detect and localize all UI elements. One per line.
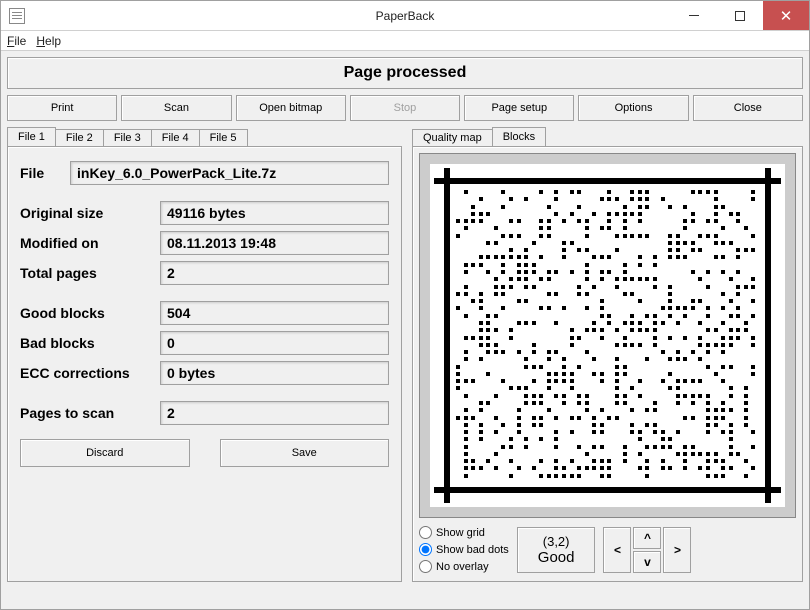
scan-button[interactable]: Scan xyxy=(121,95,231,121)
original-size-label: Original size xyxy=(20,205,160,221)
coord-value: (3,2) xyxy=(538,534,575,549)
pages-to-scan-label: Pages to scan xyxy=(20,405,160,421)
good-blocks-label: Good blocks xyxy=(20,305,160,321)
close-button[interactable]: Close xyxy=(693,95,803,121)
document-icon xyxy=(9,8,25,24)
titlebar: PaperBack ✕ xyxy=(1,1,809,31)
minimize-button[interactable] xyxy=(671,1,717,30)
view-tabs: Quality map Blocks xyxy=(412,127,803,146)
status-text: Page processed xyxy=(344,64,467,81)
bad-blocks-value: 0 xyxy=(160,331,389,355)
left-pane: File 1 File 2 File 3 File 4 File 5 File … xyxy=(7,127,402,582)
modified-on-value: 08.11.2013 19:48 xyxy=(160,231,389,255)
tab-file-1[interactable]: File 1 xyxy=(7,127,56,146)
pages-to-scan-value: 2 xyxy=(160,401,389,425)
app-window: PaperBack ✕ File Help Page processed Pri… xyxy=(0,0,810,610)
tab-file-3[interactable]: File 3 xyxy=(103,129,152,146)
file-value: inKey_6.0_PowerPack_Lite.7z xyxy=(70,161,389,185)
radio-no-overlay[interactable]: No overlay xyxy=(419,560,509,573)
print-button[interactable]: Print xyxy=(7,95,117,121)
coord-box: (3,2) Good xyxy=(517,527,596,573)
modified-on-label: Modified on xyxy=(20,235,160,251)
tab-blocks[interactable]: Blocks xyxy=(492,127,546,146)
nav-right-button[interactable]: > xyxy=(663,527,691,573)
open-bitmap-button[interactable]: Open bitmap xyxy=(236,95,346,121)
nav-down-button[interactable]: v xyxy=(633,551,661,573)
discard-button[interactable]: Discard xyxy=(20,439,190,467)
bad-blocks-label: Bad blocks xyxy=(20,335,160,351)
menu-file[interactable]: File xyxy=(7,34,26,48)
total-pages-label: Total pages xyxy=(20,265,160,281)
nav-buttons: < ^ > v xyxy=(603,527,691,573)
ecc-corrections-value: 0 bytes xyxy=(160,361,389,385)
good-blocks-value: 504 xyxy=(160,301,389,325)
right-pane: Quality map Blocks xyxy=(412,127,803,582)
tab-file-4[interactable]: File 4 xyxy=(151,129,200,146)
ecc-corrections-label: ECC corrections xyxy=(20,365,160,381)
file-tabs: File 1 File 2 File 3 File 4 File 5 xyxy=(7,127,402,146)
coord-status: Good xyxy=(538,549,575,566)
page-setup-button[interactable]: Page setup xyxy=(464,95,574,121)
blocks-pattern[interactable] xyxy=(430,164,785,507)
nav-up-button[interactable]: ^ xyxy=(633,527,661,549)
radio-show-bad-dots[interactable]: Show bad dots xyxy=(419,543,509,556)
stop-button: Stop xyxy=(350,95,460,121)
close-window-button[interactable]: ✕ xyxy=(763,1,809,30)
menu-help[interactable]: Help xyxy=(36,34,61,48)
options-button[interactable]: Options xyxy=(578,95,688,121)
blocks-canvas xyxy=(419,153,796,518)
radio-show-grid[interactable]: Show grid xyxy=(419,526,509,539)
menubar: File Help xyxy=(1,31,809,51)
window-title: PaperBack xyxy=(376,9,435,23)
total-pages-value: 2 xyxy=(160,261,389,285)
original-size-value: 49116 bytes xyxy=(160,201,389,225)
file-label: File xyxy=(20,165,70,181)
status-banner: Page processed xyxy=(7,57,803,89)
tab-file-2[interactable]: File 2 xyxy=(55,129,104,146)
save-button[interactable]: Save xyxy=(220,439,390,467)
nav-left-button[interactable]: < xyxy=(603,527,631,573)
overlay-radio-group: Show grid Show bad dots No overlay xyxy=(419,524,509,575)
maximize-button[interactable] xyxy=(717,1,763,30)
toolbar: Print Scan Open bitmap Stop Page setup O… xyxy=(7,95,803,121)
tab-quality-map[interactable]: Quality map xyxy=(412,129,493,146)
tab-file-5[interactable]: File 5 xyxy=(199,129,248,146)
